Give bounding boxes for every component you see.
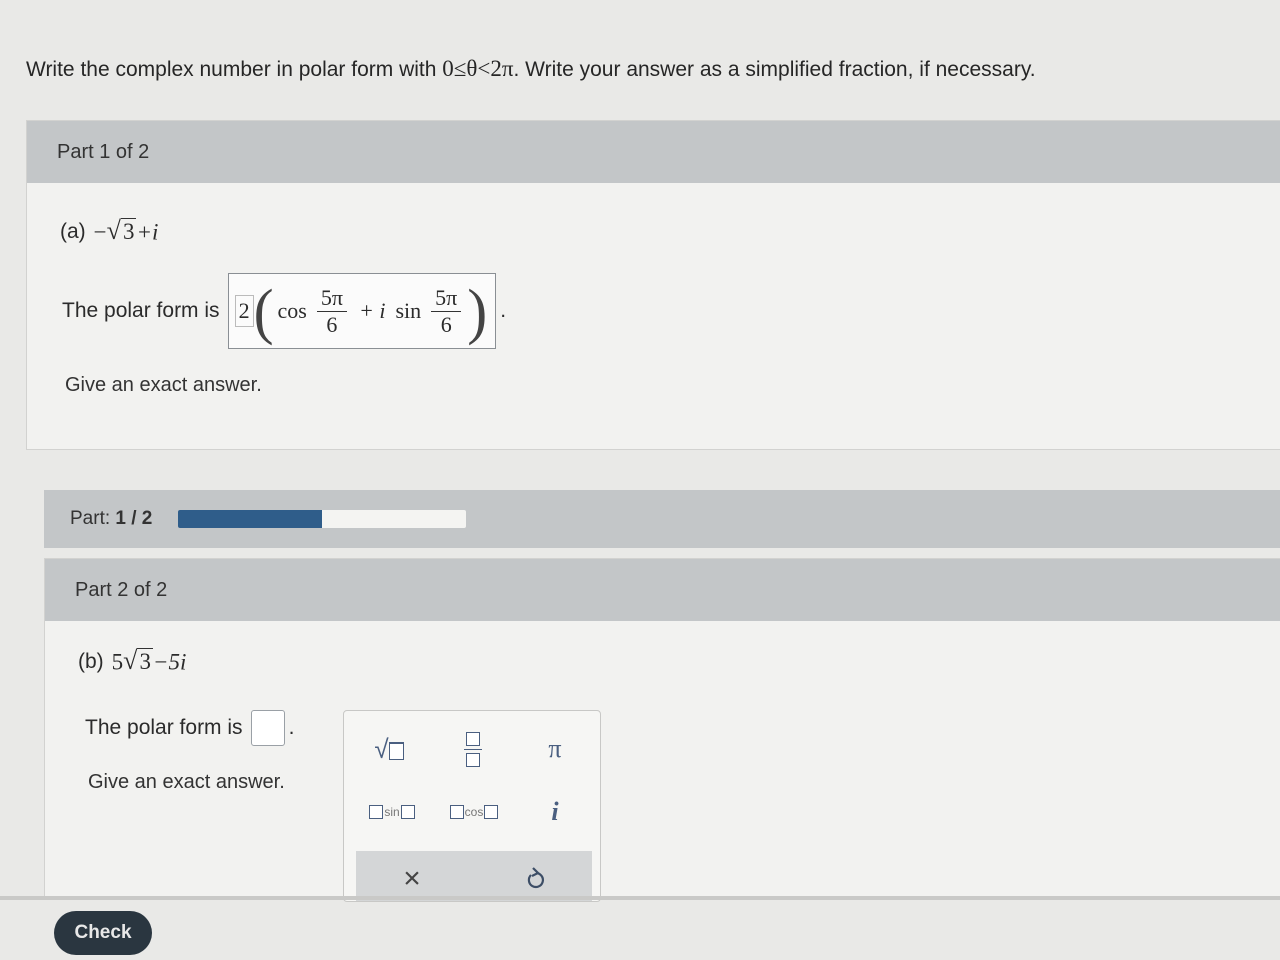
cos-key[interactable]: cos bbox=[440, 795, 508, 829]
fraction-icon bbox=[466, 731, 480, 746]
part1-expression: − √ 3 +i bbox=[93, 216, 159, 246]
part2-problem: (b) 5 √ 3 −5i bbox=[78, 648, 186, 675]
cos-label: cos bbox=[277, 298, 307, 323]
part1-answer-box[interactable]: 2 ( cos 5π 6 + i sin 5π 6 ) bbox=[227, 273, 497, 349]
part2-polar-line: The polar form is . bbox=[85, 710, 294, 746]
undo-icon bbox=[527, 867, 544, 889]
part2-letter: (b) bbox=[78, 649, 104, 673]
part2-polar-prefix: The polar form is bbox=[85, 716, 243, 739]
close-icon: × bbox=[403, 862, 421, 895]
progress-fill bbox=[178, 510, 323, 528]
part2-answer-input[interactable] bbox=[250, 710, 285, 746]
part1-letter: (a) bbox=[60, 219, 86, 243]
sqrt-symbol: √ 3 bbox=[123, 646, 153, 676]
right-paren: ) bbox=[467, 276, 488, 346]
check-button[interactable]: Check bbox=[54, 911, 152, 955]
progress-bar: Part: 1 / 2 bbox=[44, 490, 1280, 548]
plus-i: + i bbox=[358, 298, 386, 323]
i-icon: i bbox=[551, 797, 559, 826]
clear-button[interactable]: × bbox=[386, 859, 438, 899]
undo-button[interactable] bbox=[510, 859, 562, 899]
imaginary-i-key[interactable]: i bbox=[530, 795, 580, 829]
part2-header-label: Part 2 of 2 bbox=[75, 578, 168, 601]
part1-problem: (a) − √ 3 +i bbox=[60, 218, 158, 245]
fraction-key[interactable] bbox=[448, 725, 498, 773]
sqrt-icon: √ bbox=[374, 733, 389, 764]
part1-polar-line: The polar form is 2 ( cos 5π 6 + i sin 5… bbox=[62, 273, 506, 349]
theta-condition: 0≤θ<2π bbox=[442, 56, 514, 81]
progress-track bbox=[178, 510, 467, 528]
part1-header-label: Part 1 of 2 bbox=[57, 140, 150, 163]
answer-coefficient: 2 bbox=[234, 295, 254, 327]
pi-icon: π bbox=[548, 734, 562, 763]
pi-key[interactable]: π bbox=[530, 729, 580, 769]
sqrt-key[interactable]: √ bbox=[364, 729, 414, 769]
part1-hint: Give an exact answer. bbox=[65, 374, 262, 396]
part1-header: Part 1 of 2 bbox=[27, 121, 1280, 183]
instructions-prefix: Write the complex number in polar form w… bbox=[26, 58, 443, 81]
sin-label: sin bbox=[395, 298, 422, 323]
math-keypad: √ π sin cos i × bbox=[343, 710, 601, 902]
left-paren: ( bbox=[253, 276, 274, 346]
sqrt-symbol: √ 3 bbox=[106, 216, 137, 246]
footer-divider bbox=[0, 896, 1280, 900]
part2-expression: 5 √ 3 −5i bbox=[111, 646, 187, 676]
part1-polar-prefix: The polar form is bbox=[62, 299, 220, 322]
instructions: Write the complex number in polar form w… bbox=[26, 56, 1036, 82]
keypad-action-row: × bbox=[356, 851, 592, 901]
part2-header: Part 2 of 2 bbox=[45, 559, 1280, 621]
progress-label: Part: 1 / 2 bbox=[70, 508, 153, 529]
cos-angle-fraction: 5π 6 bbox=[316, 285, 347, 337]
part2-hint: Give an exact answer. bbox=[88, 771, 285, 793]
instructions-suffix: . Write your answer as a simplified frac… bbox=[513, 58, 1036, 81]
sin-angle-fraction: 5π 6 bbox=[431, 285, 462, 337]
sin-key[interactable]: sin bbox=[358, 795, 426, 829]
